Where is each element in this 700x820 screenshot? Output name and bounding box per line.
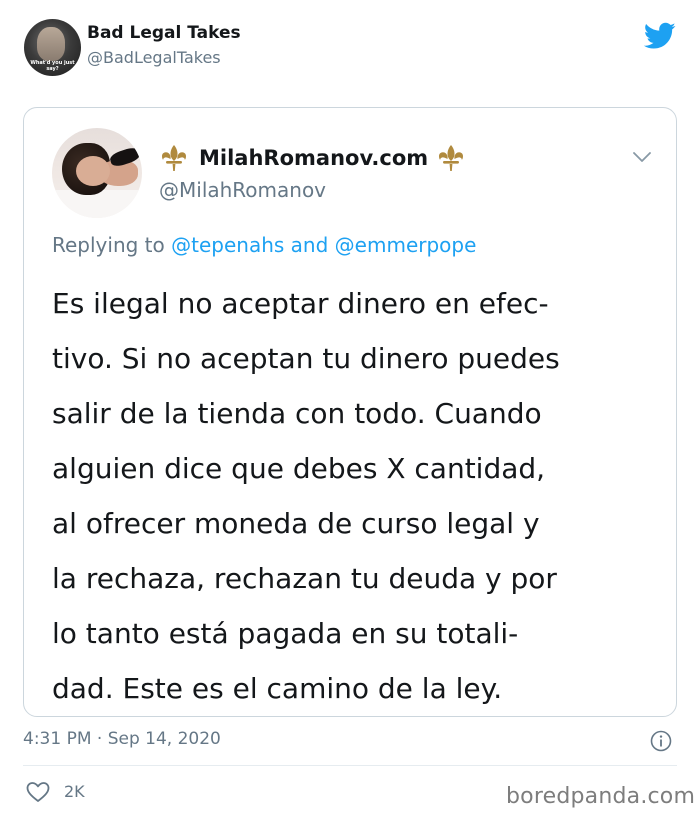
heart-icon[interactable] bbox=[26, 781, 50, 803]
mention-and: and bbox=[290, 233, 329, 257]
replying-prefix: Replying to bbox=[52, 233, 165, 257]
avatar-face bbox=[37, 27, 65, 61]
chevron-down-icon[interactable] bbox=[632, 150, 652, 164]
fleur-de-lis-icon bbox=[162, 145, 186, 171]
tweet-text-line: tivo. Si no aceptan tu dinero puedes bbox=[52, 342, 560, 375]
tweet-text-line: al ofrecer moneda de curso legal y bbox=[52, 507, 540, 540]
avatar-caption: What'd you just say? bbox=[30, 60, 75, 72]
info-icon[interactable] bbox=[650, 730, 672, 752]
tweet-text-line: dad. Este es el camino de la ley. bbox=[52, 672, 503, 705]
footer-divider bbox=[23, 765, 677, 766]
quoted-name-row[interactable]: MilahRomanov.com bbox=[159, 142, 466, 174]
author-handle[interactable]: @BadLegalTakes bbox=[87, 48, 221, 67]
mention-link[interactable]: @tepenahs bbox=[171, 233, 284, 257]
twitter-bird-icon[interactable] bbox=[644, 22, 676, 50]
replying-to: Replying to @tepenahs and @emmerpope bbox=[52, 233, 476, 257]
source-watermark: boredpanda.com bbox=[506, 784, 696, 809]
tweet-text-line: alguien dice que debes X cantidad, bbox=[52, 452, 546, 485]
tweet-header: What'd you just say? Bad Legal Takes @Ba… bbox=[24, 19, 676, 79]
tweet-text-line: la rechaza, rechazan tu deuda y por bbox=[52, 562, 557, 595]
avatar-skin bbox=[76, 156, 110, 186]
quoted-author-avatar[interactable] bbox=[52, 128, 142, 218]
author-name[interactable]: Bad Legal Takes bbox=[87, 23, 241, 43]
mention-link[interactable]: @emmerpope bbox=[335, 233, 477, 257]
quoted-display-name: MilahRomanov.com bbox=[199, 146, 429, 170]
like-count: 2K bbox=[64, 782, 85, 801]
quoted-tweet-card[interactable]: MilahRomanov.com @MilahRomanov Replying … bbox=[23, 107, 677, 717]
author-avatar[interactable]: What'd you just say? bbox=[24, 19, 81, 76]
tweet-text-line: salir de la tienda con todo. Cuando bbox=[52, 397, 542, 430]
tweet-text-line: Es ilegal no aceptar dinero en efec- bbox=[52, 287, 549, 320]
quoted-tweet-text: Es ilegal no aceptar dinero en efec- tiv… bbox=[52, 276, 662, 716]
quoted-handle[interactable]: @MilahRomanov bbox=[159, 178, 326, 202]
fleur-de-lis-icon bbox=[439, 145, 464, 171]
tweet-text-line: lo tanto está pagada en su totali- bbox=[52, 617, 519, 650]
tweet-timestamp[interactable]: 4:31 PM · Sep 14, 2020 bbox=[23, 729, 221, 749]
avatar-pillow bbox=[52, 190, 142, 218]
